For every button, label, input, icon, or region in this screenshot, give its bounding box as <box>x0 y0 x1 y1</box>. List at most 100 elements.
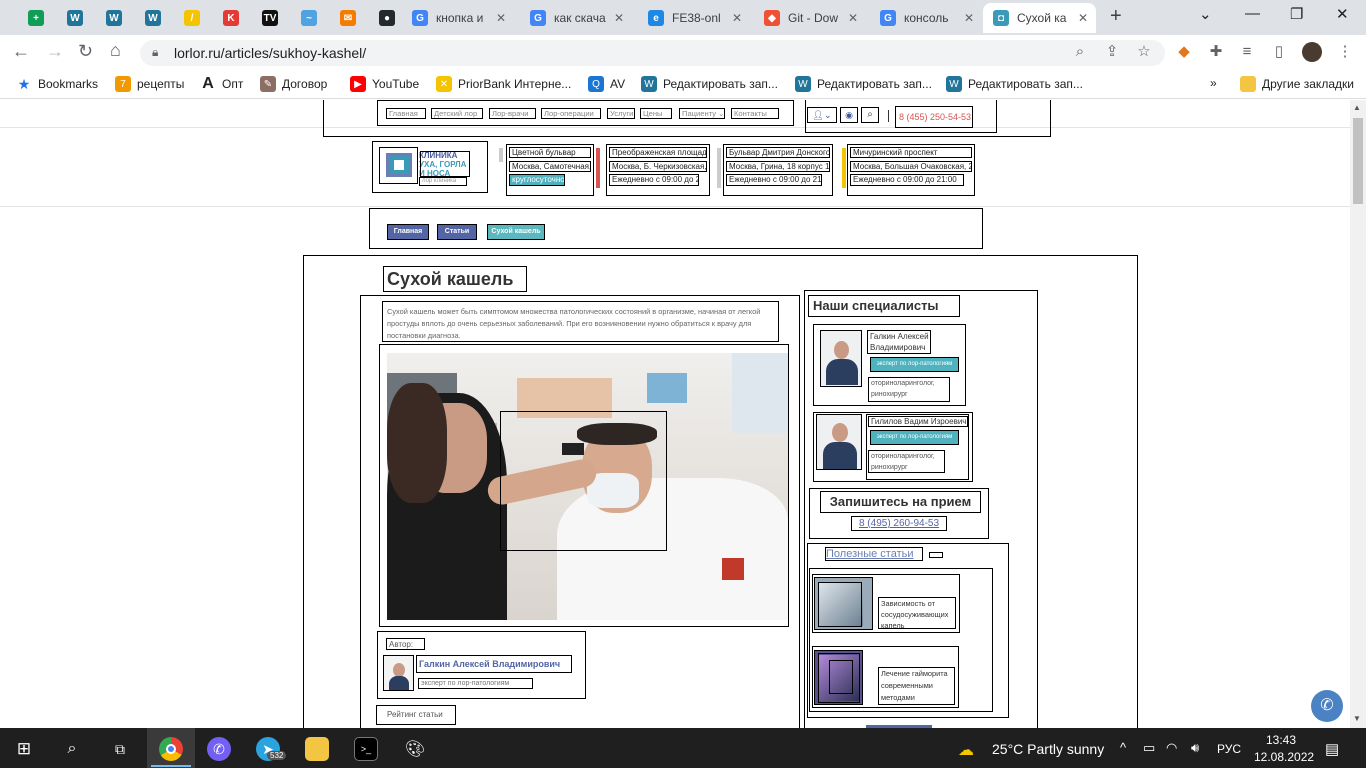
breadcrumb-articles[interactable]: Статьи <box>437 224 477 240</box>
wifi-icon[interactable]: ◠ <box>1166 740 1177 756</box>
side-panel-icon[interactable]: ▯ <box>1270 43 1288 61</box>
browser-tab[interactable]: / <box>174 3 210 33</box>
useful-articles-title[interactable]: Полезные статьи <box>825 547 923 561</box>
back-arrow-icon[interactable]: ← <box>12 41 30 62</box>
profile-avatar[interactable] <box>1302 42 1322 62</box>
header-phone-link[interactable]: 8 (455) 250-54-53 <box>895 106 973 128</box>
volume-icon[interactable]: 🔊︎ <box>1191 740 1199 756</box>
clinic-name[interactable]: Мичуринский проспект <box>850 147 972 158</box>
clock-time[interactable]: 13:43 <box>1266 733 1296 747</box>
bookmark-item[interactable]: 7 рецепты <box>115 76 184 92</box>
scroll-down-icon[interactable]: ▼ <box>1353 714 1361 723</box>
close-tab-icon[interactable]: ✕ <box>614 11 624 25</box>
file-explorer-icon[interactable] <box>305 737 329 761</box>
nav-link[interactable]: Контакты <box>731 108 779 119</box>
article-card-title[interactable]: Зависимость от сосудосуживающих капель <box>878 597 956 630</box>
nav-link[interactable]: Главная <box>386 108 426 119</box>
menu-icon[interactable]: ⋮ <box>1336 43 1354 61</box>
bookmark-star-icon[interactable]: ☆ <box>1135 43 1153 61</box>
nav-link[interactable]: Лор-операции <box>541 108 601 119</box>
browser-tab[interactable]: ◆ Git - Dow ✕ <box>754 3 866 33</box>
browser-tab[interactable]: e FE38-onl ✕ <box>638 3 750 33</box>
close-tab-icon[interactable]: ✕ <box>732 11 742 25</box>
clinic-name[interactable]: Преображенская площадь <box>609 147 707 158</box>
bookmarks-overflow-button[interactable]: » <box>1210 76 1217 90</box>
browser-tab[interactable]: Gкак скача ✕ <box>520 3 632 33</box>
bookmark-item[interactable]: A Опт <box>200 75 243 92</box>
url-text[interactable]: lorlor.ru/articles/sukhoy-kashel/ <box>174 45 366 61</box>
tray-overflow-icon[interactable]: ^ <box>1120 740 1126 755</box>
new-tab-button[interactable]: + <box>1110 5 1122 28</box>
task-view-icon[interactable]: ⧉ <box>108 737 132 761</box>
nav-link[interactable]: Лор-врачи <box>489 108 536 119</box>
forward-arrow-icon[interactable]: → <box>46 41 64 62</box>
close-tab-icon[interactable]: ✕ <box>848 11 858 25</box>
eye-icon[interactable]: ◉ <box>840 107 858 123</box>
notifications-icon[interactable]: ▤ <box>1325 740 1339 758</box>
restore-button[interactable]: ❐ <box>1290 5 1303 23</box>
scroll-up-icon[interactable]: ▲ <box>1353 103 1361 112</box>
reload-icon[interactable]: ↻ <box>78 41 93 62</box>
browser-tab[interactable]: W <box>135 3 171 33</box>
doctor-name[interactable]: Галкин Алексей Владимирович <box>867 330 931 354</box>
extensions-icon[interactable]: ✚ <box>1207 43 1225 61</box>
clinic-name[interactable]: Цветной бульвар <box>509 147 591 158</box>
browser-tab[interactable]: + <box>18 3 54 33</box>
minimize-button[interactable]: — <box>1245 5 1260 22</box>
paint-icon[interactable]: 🎨︎ <box>403 737 427 761</box>
browser-tab[interactable]: ✉ <box>330 3 366 33</box>
lock-icon[interactable]: 🔒︎ <box>152 45 158 60</box>
bookmark-item[interactable]: ✕ PriorBank Интерне... <box>436 76 571 92</box>
breadcrumb-home[interactable]: Главная <box>387 224 429 240</box>
search-icon[interactable]: ⌕ <box>861 107 879 123</box>
clinic-name[interactable]: Бульвар Дмитрия Донского <box>726 147 830 158</box>
close-tab-icon[interactable]: ✕ <box>496 11 506 25</box>
browser-tab[interactable]: W <box>96 3 132 33</box>
close-tab-icon[interactable]: ✕ <box>1078 11 1088 25</box>
article-card-title[interactable]: Лечение гайморита современными методами <box>878 667 955 705</box>
browser-tab[interactable]: ◘ Сухой ка ✕ <box>983 3 1096 33</box>
bookmark-item[interactable]: W Редактировать зап... <box>641 76 778 92</box>
nav-link[interactable]: Пациенту ⌄ <box>679 108 725 119</box>
clock-date[interactable]: 12.08.2022 <box>1254 750 1314 764</box>
nav-link[interactable]: Цены <box>640 108 672 119</box>
doctor-photo[interactable] <box>820 330 862 387</box>
doctor-name[interactable]: Гилилов Вадим Изроевич <box>868 416 968 427</box>
bookmark-item[interactable]: W Редактировать зап... <box>946 76 1083 92</box>
bookmark-item[interactable]: Q AV <box>588 76 625 92</box>
bookmark-item[interactable]: ✎ Договор <box>260 76 327 92</box>
metamask-icon[interactable]: ◆ <box>1175 43 1193 61</box>
home-icon[interactable]: ⌂ <box>110 40 121 61</box>
other-bookmarks-folder[interactable]: Другие закладки <box>1240 76 1354 92</box>
bookmark-item[interactable]: W Редактировать зап... <box>795 76 932 92</box>
browser-tab[interactable]: W <box>57 3 93 33</box>
language-indicator[interactable]: РУС <box>1217 742 1241 756</box>
appointment-phone-link[interactable]: 8 (495) 260-94-53 <box>851 516 947 531</box>
useful-articles-toggle[interactable] <box>929 552 943 558</box>
network-icon[interactable]: ▭ <box>1143 740 1155 756</box>
nav-link[interactable]: Детский лор <box>431 108 483 119</box>
weather-text[interactable]: 25°C Partly sunny <box>992 741 1104 757</box>
media-icon[interactable]: ≡ <box>1238 43 1256 61</box>
browser-tab[interactable]: TV <box>252 3 288 33</box>
chrome-icon[interactable] <box>159 737 183 761</box>
search-icon[interactable]: ⌕ <box>60 737 84 761</box>
start-windows-icon[interactable]: ⊞ <box>12 737 36 761</box>
user-icon[interactable]: 👤︎⌄ <box>807 107 837 123</box>
weather-icon[interactable]: ☁ <box>958 740 974 760</box>
author-name-link[interactable]: Галкин Алексей Владимирович <box>416 655 572 673</box>
tab-search-icon[interactable]: ⌄ <box>1199 5 1212 23</box>
author-avatar[interactable] <box>383 655 414 691</box>
page-scrollbar[interactable] <box>1350 100 1366 728</box>
browser-tab[interactable]: ~ <box>291 3 327 33</box>
browser-tab[interactable]: K <box>213 3 249 33</box>
browser-tab[interactable]: Gконсоль ✕ <box>870 3 982 33</box>
share-icon[interactable]: ⇪ <box>1103 43 1121 61</box>
close-window-button[interactable]: ✕ <box>1336 5 1349 23</box>
doctor-photo[interactable] <box>816 414 862 470</box>
close-tab-icon[interactable]: ✕ <box>964 11 974 25</box>
nav-link[interactable]: Услуги <box>607 108 635 119</box>
phone-call-icon[interactable]: ✆ <box>1311 690 1343 722</box>
bookmark-item[interactable]: ▶ YouTube <box>350 76 419 92</box>
browser-tab[interactable]: Gкнопка и ✕ <box>402 3 514 33</box>
